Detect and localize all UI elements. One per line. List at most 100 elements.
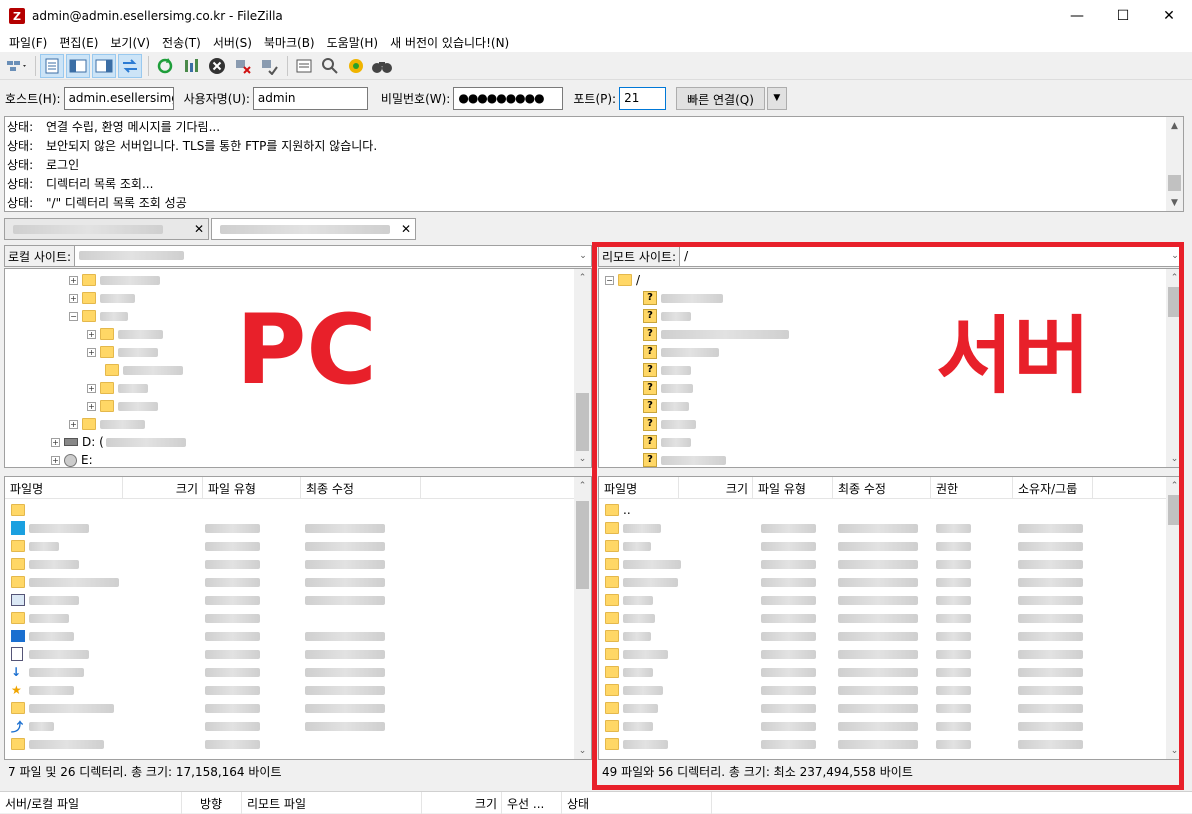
username-input[interactable]: admin (252, 86, 368, 110)
toggle-remote-tree-icon[interactable] (92, 53, 116, 78)
list-item[interactable] (599, 627, 1183, 645)
list-item[interactable] (599, 735, 1183, 753)
toggle-local-tree-icon[interactable] (66, 53, 90, 78)
scroll-up-icon[interactable]: ⌃ (1166, 477, 1183, 494)
tree-node-drive-e[interactable]: + E: (51, 451, 93, 467)
list-item[interactable] (599, 537, 1183, 555)
column-size[interactable]: 크기 (679, 477, 753, 499)
column-filename[interactable]: 파일명 (599, 477, 679, 499)
menu-new-version[interactable]: 새 버전이 있습니다!(N) (385, 34, 514, 51)
tree-node[interactable]: ? (643, 415, 696, 433)
directory-listing-filter-icon[interactable] (292, 54, 316, 78)
list-item[interactable] (599, 717, 1183, 735)
toggle-queue-icon[interactable] (118, 53, 142, 78)
refresh-icon[interactable] (153, 54, 177, 78)
tree-node[interactable]: ? (643, 343, 719, 361)
list-item[interactable] (599, 591, 1183, 609)
list-item[interactable] (5, 609, 591, 627)
site-manager-icon[interactable] (5, 54, 29, 78)
queue-column-priority[interactable]: 우선 ... (502, 792, 562, 814)
tree-node[interactable] (105, 361, 183, 379)
column-permissions[interactable]: 권한 (931, 477, 1013, 499)
search-remote-icon[interactable] (370, 54, 394, 78)
list-item[interactable]: ★ (5, 681, 591, 699)
chevron-down-icon[interactable]: ⌄ (1167, 251, 1183, 261)
list-item[interactable] (599, 519, 1183, 537)
cancel-operation-icon[interactable] (205, 54, 229, 78)
toggle-log-icon[interactable] (40, 53, 64, 78)
tree-node[interactable]: ? (643, 361, 691, 379)
reconnect-icon[interactable] (257, 54, 281, 78)
list-item-parent[interactable]: .. (599, 501, 1183, 519)
list-item[interactable] (5, 627, 591, 645)
list-item[interactable]: ⤴ (5, 717, 591, 735)
scroll-down-icon[interactable]: ⌄ (1166, 742, 1183, 759)
list-item[interactable] (599, 663, 1183, 681)
column-modified[interactable]: 최종 수정 (301, 477, 421, 499)
column-filename[interactable]: 파일명 (5, 477, 123, 499)
list-item[interactable] (599, 573, 1183, 591)
tree-node[interactable]: + (69, 415, 145, 433)
list-item[interactable] (5, 735, 591, 753)
compare-icon[interactable] (318, 54, 342, 78)
connection-tab[interactable]: ✕ (4, 218, 209, 240)
host-input[interactable]: admin.esellersimg.c (63, 86, 174, 110)
column-filetype[interactable]: 파일 유형 (203, 477, 301, 499)
scroll-up-icon[interactable]: ▲ (1166, 117, 1183, 134)
tree-node[interactable]: − (69, 307, 128, 325)
sync-browsing-icon[interactable] (344, 54, 368, 78)
list-item[interactable] (599, 609, 1183, 627)
remote-site-path[interactable]: / (680, 249, 1167, 263)
menu-bookmarks[interactable]: 북마크(B) (259, 34, 320, 51)
tree-node[interactable]: ? (643, 325, 789, 343)
tree-node[interactable]: ? (643, 289, 723, 307)
menu-server[interactable]: 서버(S) (208, 34, 257, 51)
remote-list-scrollbar[interactable]: ⌃ ⌄ (1166, 477, 1183, 759)
tree-node[interactable]: + (69, 289, 135, 307)
queue-column-status[interactable]: 상태 (562, 792, 712, 814)
list-item[interactable] (5, 555, 591, 573)
password-input[interactable]: ●●●●●●●●● (453, 86, 564, 110)
menu-help[interactable]: 도움말(H) (322, 34, 384, 51)
menu-edit[interactable]: 편집(E) (54, 34, 103, 51)
list-item[interactable] (599, 555, 1183, 573)
scroll-down-icon[interactable]: ⌄ (1166, 450, 1183, 467)
close-tab-icon[interactable]: ✕ (401, 222, 411, 236)
tree-node[interactable]: ? (643, 433, 691, 451)
maximize-icon[interactable]: ☐ (1100, 0, 1146, 32)
tree-node[interactable]: + (87, 379, 148, 397)
list-item[interactable] (5, 645, 591, 663)
menu-view[interactable]: 보기(V) (105, 34, 155, 51)
tree-node[interactable]: ? (643, 397, 689, 415)
scroll-down-icon[interactable]: ▼ (1166, 194, 1183, 211)
port-input[interactable]: 21 (619, 86, 667, 110)
tree-node-root[interactable]: − / (605, 271, 640, 289)
tree-node[interactable]: ? (643, 307, 691, 325)
column-owner-group[interactable]: 소유자/그룹 (1013, 477, 1093, 499)
remote-tree-scrollbar[interactable]: ⌃ ⌄ (1166, 269, 1183, 467)
chevron-down-icon[interactable]: ⌄ (575, 251, 591, 261)
tree-node-drive-d[interactable]: + D: ( (51, 433, 186, 451)
close-tab-icon[interactable]: ✕ (194, 222, 204, 236)
column-filetype[interactable]: 파일 유형 (753, 477, 833, 499)
menu-file[interactable]: 파일(F) (4, 34, 52, 51)
list-item[interactable] (5, 591, 591, 609)
tree-node[interactable]: + (69, 271, 160, 289)
scroll-up-icon[interactable]: ⌃ (574, 477, 591, 494)
list-item[interactable] (5, 573, 591, 591)
local-site-path[interactable] (75, 249, 575, 263)
local-tree-scrollbar[interactable]: ⌃ ⌄ (574, 269, 591, 467)
scroll-down-icon[interactable]: ⌄ (574, 742, 591, 759)
list-item[interactable]: ↓ (5, 663, 591, 681)
scroll-up-icon[interactable]: ⌃ (1166, 269, 1183, 286)
queue-column-size[interactable]: 크기 (422, 792, 502, 814)
minimize-icon[interactable]: — (1054, 0, 1100, 32)
local-list-scrollbar[interactable]: ⌃ ⌄ (574, 477, 591, 759)
tree-node[interactable]: ? (643, 451, 726, 467)
list-item[interactable] (5, 519, 591, 537)
process-queue-icon[interactable] (179, 54, 203, 78)
list-item[interactable] (599, 645, 1183, 663)
queue-column-remote-file[interactable]: 리모트 파일 (242, 792, 422, 814)
close-icon[interactable]: ✕ (1146, 0, 1192, 32)
tree-node[interactable]: + (87, 325, 163, 343)
